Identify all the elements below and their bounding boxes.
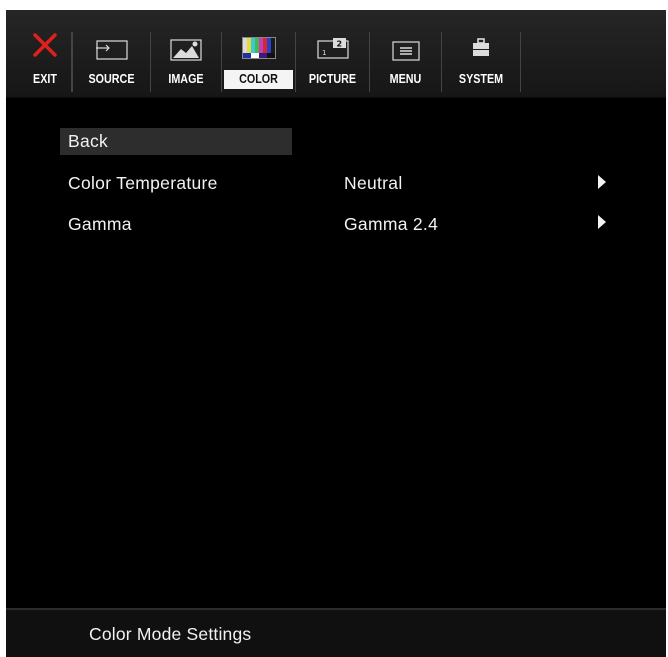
tab-label: COLOR [239, 72, 278, 86]
tab-label: SOURCE [88, 72, 135, 86]
svg-text:1: 1 [322, 49, 326, 57]
tab-system[interactable]: SYSTEM [442, 32, 521, 92]
svg-text:2: 2 [336, 40, 342, 49]
toolbar-divider [6, 97, 666, 104]
gamma-label[interactable]: Gamma [68, 214, 132, 235]
color-bars-icon [241, 37, 276, 64]
tab-image[interactable]: IMAGE [151, 32, 222, 92]
gamma-value: Gamma 2.4 [344, 214, 439, 234]
top-toolbar: EXIT SOURCE IMAGE COLOR 2 1 PICTURE MENU… [6, 10, 666, 97]
tab-label: SYSTEM [458, 72, 504, 86]
tab-menu[interactable]: MENU [370, 32, 442, 92]
tab-label: PICTURE [308, 72, 357, 86]
input-source-icon [95, 40, 128, 65]
image-icon [170, 39, 202, 66]
osd-menu-window: EXIT SOURCE IMAGE COLOR 2 1 PICTURE MENU… [6, 10, 666, 657]
status-bar: Color Mode Settings [6, 608, 666, 657]
tab-color[interactable]: COLOR [222, 32, 296, 92]
tab-label: EXIT [33, 72, 57, 86]
menu-icon [391, 41, 420, 66]
tab-source[interactable]: SOURCE [72, 32, 151, 92]
tab-picture[interactable]: 2 1 PICTURE [296, 32, 370, 92]
color-temperature-label[interactable]: Color Temperature [68, 173, 218, 194]
tab-label: IMAGE [168, 72, 204, 86]
color-temperature-submenu-arrow-icon[interactable] [598, 175, 606, 189]
tab-bar: EXIT SOURCE IMAGE COLOR 2 1 PICTURE MENU… [19, 32, 521, 92]
close-icon [32, 32, 58, 63]
color-temperature-value: Neutral [344, 173, 403, 193]
status-text: Color Mode Settings [89, 624, 252, 644]
tab-label: MENU [389, 72, 422, 86]
gamma-submenu-arrow-icon[interactable] [598, 215, 606, 229]
back-button[interactable]: Back [68, 131, 108, 152]
toolbox-icon [470, 37, 492, 64]
picture-in-picture-icon: 2 1 [316, 37, 350, 64]
tab-exit[interactable]: EXIT [19, 32, 72, 92]
